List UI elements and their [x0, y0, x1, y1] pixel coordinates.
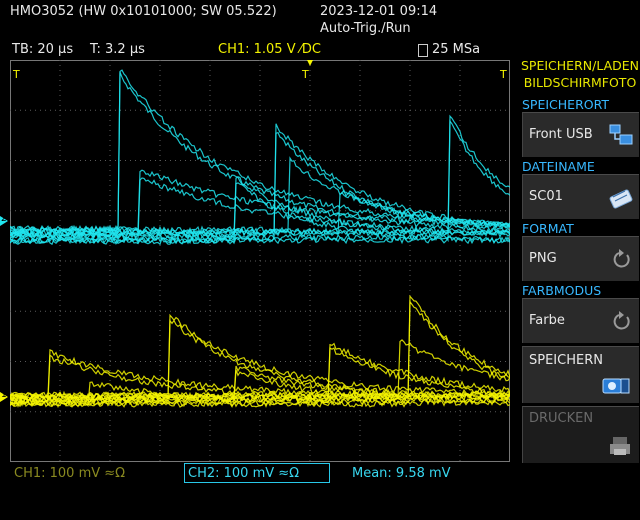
date-time: 2023-12-01 09:14 [320, 4, 438, 19]
keyboard-edit-icon [609, 189, 633, 209]
print-button[interactable]: DRUCKEN [522, 406, 639, 463]
storage-location-value: Front USB [529, 127, 593, 142]
menu-title-line2: BILDSCHIRMFOTO [523, 75, 637, 90]
save-label: SPEICHERN [529, 353, 603, 368]
sample-rate-readout: 25 MSa [432, 42, 481, 57]
filename-value: SC01 [529, 189, 563, 204]
storage-location-heading: SPEICHERORT [522, 97, 610, 112]
cycle-arrow-icon [613, 249, 630, 268]
save-button[interactable]: SPEICHERN [522, 346, 639, 403]
timebase-readout[interactable]: TB: 20 µs [12, 42, 73, 57]
waveform-display[interactable]: T T T 2 1 [10, 60, 510, 462]
color-mode-value: Farbe [529, 313, 565, 328]
pre-trigger-marker-right: T [499, 68, 507, 81]
print-label: DRUCKEN [529, 411, 594, 426]
memory-icon [418, 44, 428, 57]
filename-button[interactable]: SC01 [522, 174, 639, 219]
ch2-offset-label: 2 [1, 214, 7, 224]
format-button[interactable]: PNG [522, 236, 639, 281]
ch2-scale-readout[interactable]: CH2: 100 mV ≈Ω [188, 466, 299, 481]
device-info: HMO3052 (HW 0x10101000; SW 05.522) [10, 4, 277, 19]
menu-title-line1: SPEICHERN/LADEN [520, 58, 639, 73]
camera-save-icon [602, 378, 630, 394]
ch1-scale-readout[interactable]: CH1: 100 mV ≈Ω [14, 466, 125, 481]
color-mode-heading: FARBMODUS [522, 283, 602, 298]
filename-heading: DATEINAME [522, 159, 595, 174]
trigger-mode: Auto-Trig./Run [320, 21, 411, 36]
svg-text:T: T [301, 68, 309, 81]
svg-text:T: T [499, 68, 507, 81]
softkey-menu: SPEICHERN/LADEN BILDSCHIRMFOTO SPEICHERO… [514, 54, 640, 466]
trigger-time-readout[interactable]: T: 3.2 µs [90, 42, 145, 57]
printer-icon [610, 437, 630, 455]
storage-location-button[interactable]: Front USB [522, 112, 639, 157]
color-mode-button[interactable]: Farbe [522, 298, 639, 343]
format-value: PNG [529, 251, 557, 266]
format-heading: FORMAT [522, 221, 574, 236]
usb-folder-icon [609, 124, 633, 145]
ch1-offset-label: 1 [1, 390, 7, 400]
cycle-arrow-icon [613, 311, 630, 330]
svg-text:T: T [12, 68, 20, 81]
trigger-level-readout[interactable]: CH1: 1.05 V ⁄DC [218, 42, 321, 57]
pre-trigger-marker-left: T [12, 68, 20, 81]
measurement-readout[interactable]: Mean: 9.58 mV [352, 466, 451, 481]
